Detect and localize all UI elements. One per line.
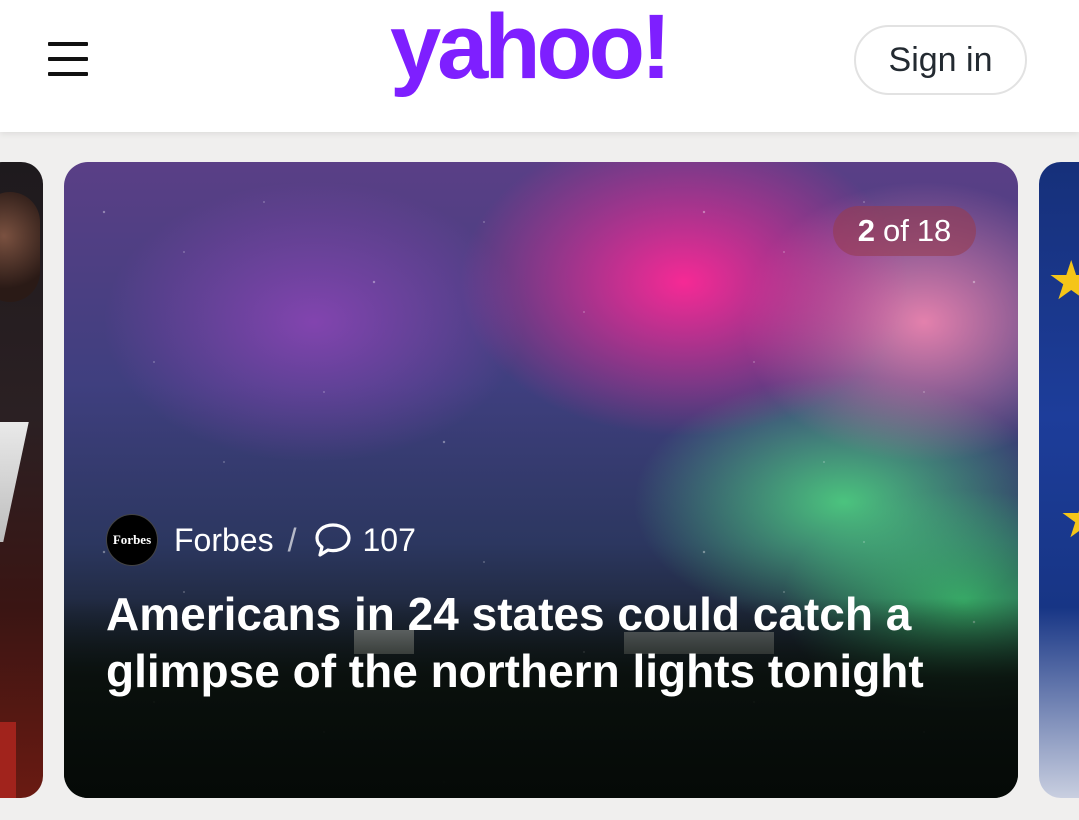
- publisher-name[interactable]: Forbes: [174, 522, 274, 559]
- logo-text: yahoo!: [390, 6, 668, 98]
- story-meta: Forbes Forbes / 107: [106, 514, 416, 566]
- menu-line: [48, 72, 88, 76]
- sign-in-button[interactable]: Sign in: [854, 25, 1027, 95]
- red-fabric-image: [0, 722, 16, 798]
- hamburger-menu-icon[interactable]: [48, 42, 90, 78]
- total-slides-number: 18: [916, 213, 952, 248]
- of-label: of: [882, 213, 909, 248]
- star-icon: ★: [1047, 251, 1079, 311]
- next-slide-card[interactable]: ★ ★: [1039, 162, 1079, 798]
- meta-separator: /: [287, 521, 297, 558]
- star-icon: ★: [1059, 492, 1079, 546]
- person-image: [0, 192, 40, 302]
- story-headline[interactable]: Americans in 24 states could catch a gli…: [106, 586, 986, 700]
- speech-bubble-icon[interactable]: [314, 521, 352, 559]
- current-slide-number: 2: [857, 213, 875, 248]
- slide-counter-badge: 2 of 18: [833, 206, 976, 256]
- shirt-image: [0, 422, 29, 542]
- top-header: yahoo! Sign in: [0, 0, 1079, 132]
- previous-slide-card[interactable]: [0, 162, 43, 798]
- yahoo-logo[interactable]: yahoo!: [388, 0, 698, 114]
- menu-line: [48, 42, 88, 46]
- menu-line: [48, 57, 88, 61]
- comment-count[interactable]: 107: [362, 522, 415, 559]
- featured-story-card[interactable]: 2 of 18 Forbes Forbes / 107 Americans in…: [64, 162, 1018, 798]
- publisher-logo[interactable]: Forbes: [106, 514, 158, 566]
